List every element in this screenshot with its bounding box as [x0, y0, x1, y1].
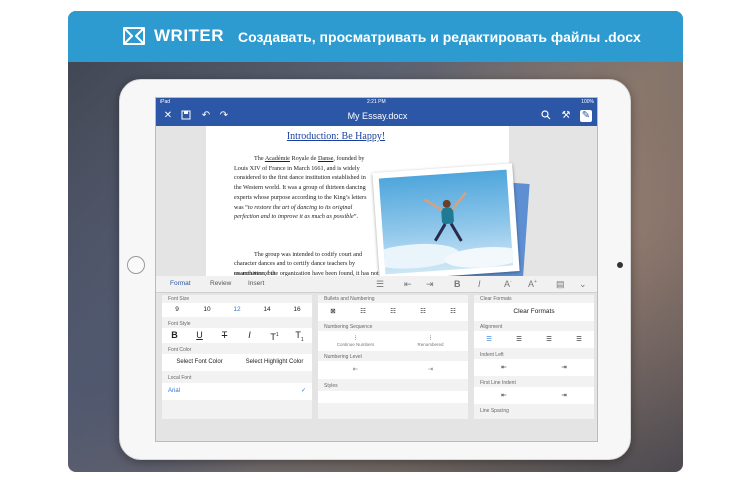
status-bar: iPad 2:21 PM 100%	[156, 98, 597, 107]
document-heading: Introduction: Be Happy!	[286, 131, 386, 142]
align-justify-panel-icon[interactable]: ☰	[564, 331, 594, 348]
table-icon[interactable]: ▤	[556, 279, 565, 290]
font-size-14[interactable]: 14	[252, 303, 282, 317]
select-font-color-button[interactable]: Select Font Color	[162, 354, 237, 371]
underline-style-icon[interactable]: U	[187, 328, 212, 343]
indent-left-label: Indent Left	[480, 352, 504, 358]
strikethrough-style-icon[interactable]: T	[212, 328, 237, 343]
superscript-icon[interactable]: T1	[262, 328, 287, 343]
subscript-icon[interactable]: T1	[287, 328, 312, 343]
italic-style-icon[interactable]: I	[237, 328, 262, 343]
font-size-10[interactable]: 10	[192, 303, 222, 317]
local-font-select[interactable]: Arial ✓	[162, 383, 312, 400]
lettered-list-icon[interactable]: ☷	[408, 303, 438, 321]
chevron-down-icon[interactable]: ⌄	[579, 279, 587, 290]
continue-numbers-label: Continue Numbers	[336, 342, 375, 347]
font-increase-icon[interactable]: A+	[528, 279, 537, 289]
search-icon[interactable]	[540, 110, 552, 122]
align-center-icon[interactable]: ☰	[504, 331, 534, 348]
continue-numbers-button[interactable]: ⁝ Continue Numbers	[318, 331, 393, 351]
no-bullets-icon[interactable]: ⊠	[318, 303, 348, 321]
styles-row[interactable]	[318, 391, 468, 403]
decrease-level-icon[interactable]: ⇤	[318, 361, 393, 379]
styles-label: Styles	[324, 383, 338, 389]
banner: WRITER Создавать, просматривать и редакт…	[68, 11, 683, 62]
tab-insert[interactable]: Insert	[248, 280, 264, 287]
indent-increase-icon[interactable]: ⇥	[426, 279, 434, 290]
font-format-panel: Font Size 9 10 12 14 16 Font Style B U T…	[162, 295, 312, 419]
clear-formats-button[interactable]: Clear Formats	[474, 303, 594, 321]
title-bar: ✕ ↶ ↷ My Essay.docx ⚒ ✎	[156, 107, 597, 126]
carrier: iPad	[160, 99, 171, 105]
camera-icon	[617, 262, 623, 268]
font-size-label: Font Size	[168, 296, 190, 302]
local-font-value: Arial	[168, 388, 181, 394]
promo-card: WRITER Создавать, просматривать и редакт…	[68, 11, 683, 472]
first-line-indent-decrease-icon[interactable]: ⇤	[474, 387, 534, 404]
font-style-label: Font Style	[168, 321, 191, 327]
renumbered-button[interactable]: ⁝ Renumbered	[393, 331, 468, 351]
clock: 2:21 PM	[367, 99, 386, 105]
checkmark-icon: ✓	[300, 388, 306, 394]
increase-level-icon[interactable]: ⇥	[393, 361, 468, 379]
select-highlight-color-button[interactable]: Select Highlight Color	[237, 354, 312, 371]
first-line-indent-label: First Line Indent	[480, 380, 516, 386]
indent-decrease-icon[interactable]: ⇤	[404, 279, 412, 290]
jumping-person-image	[378, 169, 514, 275]
renumbered-icon: ⁝	[429, 335, 432, 342]
app-screen: iPad 2:21 PM 100% ✕ ↶ ↷ My Essay.docx ⚒ …	[155, 97, 598, 442]
bullets-numbering-panel: Bullets and Numbering ⊠ ☷ ☷ ☷ ☷ Numberin…	[318, 295, 468, 419]
home-button[interactable]	[127, 256, 145, 274]
ribbon-tabs: Format Review Insert ☰ ⇤ ⇥ B I A- A+ ▤ ⌄	[156, 276, 597, 293]
font-size-9[interactable]: 9	[162, 303, 192, 317]
bullets-numbering-label: Bullets and Numbering	[324, 296, 375, 302]
line-spacing-label: Line Spacing	[480, 408, 509, 414]
bold-icon[interactable]: B	[454, 279, 461, 289]
numbered-list-icon[interactable]: ☷	[378, 303, 408, 321]
ipad-frame: iPad 2:21 PM 100% ✕ ↶ ↷ My Essay.docx ⚒ …	[119, 79, 631, 460]
writer-logo-icon	[123, 27, 145, 45]
bullet-list-icon[interactable]: ☷	[348, 303, 378, 321]
font-size-12[interactable]: 12	[222, 303, 252, 317]
edit-icon[interactable]: ✎	[580, 110, 592, 122]
align-left-icon[interactable]: ☰	[474, 331, 504, 348]
numbering-sequence-label: Numbering Sequence	[324, 324, 373, 330]
indent-left-decrease-icon[interactable]: ⇤	[474, 359, 534, 376]
local-font-label: Local Font	[168, 375, 192, 381]
paragraph-panel: Clear Formats Clear Formats Alignment ☰ …	[474, 295, 594, 419]
document-paragraph-1: The Académie Royale de Danse, founded by…	[234, 155, 367, 221]
align-right-icon[interactable]: ☰	[534, 331, 564, 348]
document-page[interactable]: Introduction: Be Happy! The Académie Roy…	[206, 126, 530, 292]
font-decrease-icon[interactable]: A-	[504, 279, 512, 289]
document-title: My Essay.docx	[347, 111, 408, 121]
tab-format[interactable]: Format	[170, 280, 191, 287]
settings-icon[interactable]: ⚒	[560, 110, 572, 122]
bold-style-icon[interactable]: B	[162, 328, 187, 343]
indent-left-increase-icon[interactable]: ⇥	[534, 359, 594, 376]
logo-text: WRITER	[154, 26, 225, 45]
roman-list-icon[interactable]: ☷	[438, 303, 468, 321]
alignment-label: Alignment	[480, 324, 503, 330]
first-line-indent-increase-icon[interactable]: ⇥	[534, 387, 594, 404]
tagline: Создавать, просматривать и редактировать…	[238, 29, 641, 45]
numbering-level-label: Numbering Level	[324, 354, 362, 360]
renumbered-label: Renumbered	[417, 342, 444, 347]
font-color-label: Font Color	[168, 347, 192, 353]
continue-numbers-icon: ⁝	[354, 335, 357, 342]
font-size-16[interactable]: 16	[282, 303, 312, 317]
tab-review[interactable]: Review	[210, 280, 231, 287]
align-justify-icon[interactable]: ☰	[376, 279, 384, 290]
italic-icon[interactable]: I	[478, 279, 481, 289]
clear-formats-label: Clear Formats	[480, 296, 512, 302]
inserted-photo[interactable]	[372, 163, 520, 281]
battery: 100%	[581, 99, 594, 105]
